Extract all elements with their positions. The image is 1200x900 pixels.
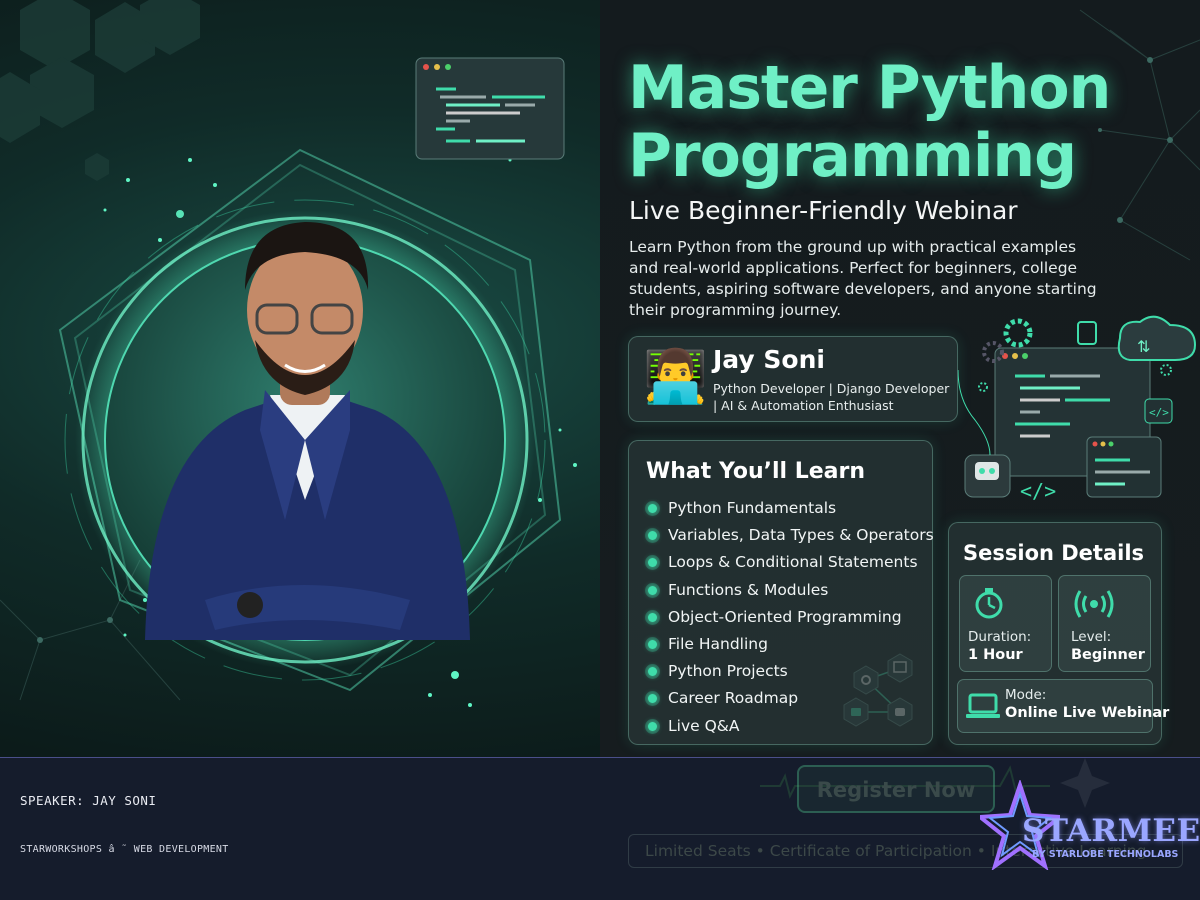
mode-label: Mode: [1005,687,1047,703]
list-item: Loops & Conditional Statements [646,549,934,576]
duration-label: Duration: [968,629,1032,645]
organization-caption: STARWORKSHOPS â ˜ WEB DEVELOPMENT [20,844,229,855]
session-heading: Session Details [963,541,1145,565]
footer-bar: SPEAKER: JAY SONI STARWORKSHOPS â ˜ WEB … [0,757,1200,900]
starmeet-logo: STARMEET BY STARLOBE TECHNOLABS [980,780,1200,870]
stopwatch-icon [975,588,1003,619]
list-item: Career Roadmap [646,685,934,712]
level-box: Level: Beginner [1058,575,1151,672]
code-window-decoration [415,57,565,160]
subtitle: Live Beginner-Friendly Webinar [629,196,1018,225]
speaker-caption: SPEAKER: JAY SONI [20,793,157,808]
mode-box: Mode: Online Live Webinar [957,679,1169,733]
learn-card: What You’ll Learn Python Fundamentals Va… [628,440,934,745]
register-label: Register Now [816,778,976,802]
list-item: Functions & Modules [646,577,934,604]
page-title: Master Python Programming [628,53,1111,191]
list-item: Python Projects [646,658,934,685]
learn-heading: What You’ll Learn [646,459,866,484]
title-line-2: Programming [628,121,1077,191]
tech-illustration: ⇅ </> </> [957,315,1197,503]
developer-icon: 👨‍💻 [643,348,708,406]
svg-text:⇅: ⇅ [1137,337,1150,356]
duration-box: Duration: 1 Hour [959,575,1052,672]
logo-tagline: BY STARLOBE TECHNOLABS [1032,849,1179,860]
mode-value: Online Live Webinar [1005,705,1170,721]
session-card: Session Details Duration: 1 Hour Level: … [948,522,1169,745]
register-button[interactable]: Register Now [797,765,995,813]
level-label: Level: [1071,629,1112,645]
list-item: Object-Oriented Programming [646,604,934,631]
list-item: Python Fundamentals [646,495,934,522]
learn-list: Python Fundamentals Variables, Data Type… [646,495,934,740]
description: Learn Python from the ground up with pra… [629,238,1097,319]
level-value: Beginner [1071,647,1145,663]
speaker-name: Jay Soni [713,345,825,374]
broadcast-icon [1074,590,1114,618]
logo-name: STARMEET [1022,813,1200,849]
speaker-role: Python Developer | Django Developer | AI… [713,381,950,413]
title-line-1: Master Python [628,53,1111,123]
duration-value: 1 Hour [968,647,1023,663]
laptop-icon [966,693,1000,718]
list-item: File Handling [646,631,934,658]
list-item: Variables, Data Types & Operators [646,522,934,549]
list-item: Live Q&A [646,713,934,740]
svg-text:</>: </> [1020,479,1056,503]
webinar-poster: ⇅ </> </> Master Python Programming Live… [0,0,1200,757]
svg-text:</>: </> [1149,406,1169,419]
speaker-card: 👨‍💻 Jay Soni Python Developer | Django D… [628,336,958,422]
